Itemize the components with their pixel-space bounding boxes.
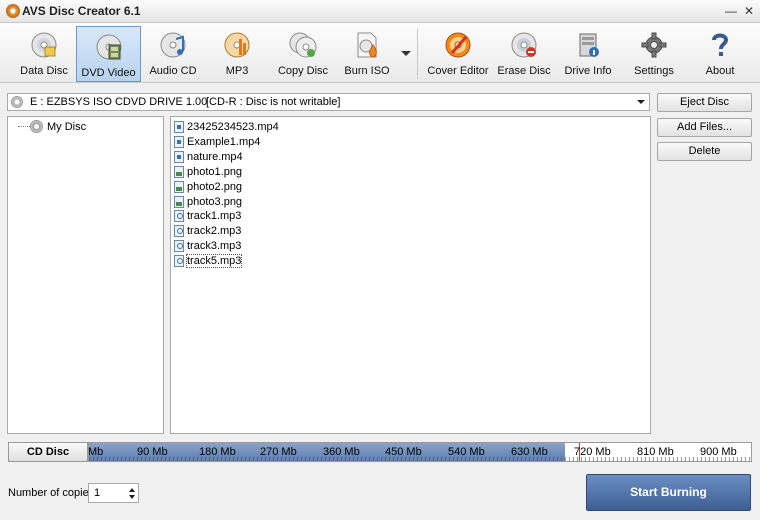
toolbar-dvd-video-button[interactable]: DVD Video bbox=[76, 26, 141, 82]
cd-drive-icon bbox=[11, 96, 23, 108]
copies-value: 1 bbox=[94, 487, 101, 499]
audio-cd-icon bbox=[160, 32, 186, 58]
burn-iso-dropdown-icon[interactable] bbox=[401, 51, 411, 56]
toolbar-mp3-button[interactable]: MP3 bbox=[205, 25, 269, 81]
toolbar-label: MP3 bbox=[225, 65, 249, 77]
tree-connector bbox=[18, 126, 30, 127]
main-toolbar: Data Disc DVD Video Audio CD MP3 Copy Di… bbox=[0, 23, 760, 83]
file-name: track5.mp3 bbox=[185, 254, 243, 268]
toolbar-label: Copy Disc bbox=[277, 65, 329, 77]
toolbar-label: Audio CD bbox=[149, 65, 197, 77]
disc-icon bbox=[30, 120, 43, 133]
start-burning-button[interactable]: Start Burning bbox=[586, 474, 751, 511]
delete-button[interactable]: Delete bbox=[657, 142, 752, 161]
capacity-tick-label: 270 Mb bbox=[260, 446, 297, 458]
toolbar-burn-iso-button[interactable]: Burn ISO bbox=[335, 25, 399, 81]
burn-iso-icon bbox=[357, 32, 377, 58]
cover-editor-icon bbox=[445, 32, 471, 58]
tree-item-my-disc[interactable]: My Disc bbox=[47, 121, 86, 133]
toolbar-label: Cover Editor bbox=[427, 65, 489, 77]
mp3-disc-icon bbox=[224, 32, 250, 58]
audio-file-icon bbox=[174, 240, 184, 252]
spin-up-icon[interactable] bbox=[129, 488, 135, 492]
disc-type-button[interactable]: CD Disc bbox=[8, 442, 88, 462]
file-name: photo3.png bbox=[187, 196, 243, 208]
toolbar-copy-disc-button[interactable]: Copy Disc bbox=[271, 25, 335, 81]
file-name: photo1.png bbox=[187, 166, 243, 178]
capacity-bar: Mb 90 Mb 180 Mb 270 Mb 360 Mb 450 Mb 540… bbox=[88, 442, 752, 462]
toolbar-drive-info-button[interactable]: Drive Info bbox=[556, 25, 620, 81]
drive-name: E : EZBSYS ISO CDVD DRIVE 1.00 bbox=[30, 96, 208, 108]
capacity-tick-label: 360 Mb bbox=[323, 446, 360, 458]
dvd-video-icon bbox=[96, 34, 121, 60]
capacity-tick-label: 180 Mb bbox=[199, 446, 236, 458]
drive-select[interactable]: E : EZBSYS ISO CDVD DRIVE 1.00 [CD-R : D… bbox=[7, 93, 650, 111]
image-file-icon bbox=[174, 196, 184, 208]
toolbar-about-button[interactable]: About bbox=[688, 25, 752, 81]
image-file-icon bbox=[174, 181, 184, 193]
image-file-icon bbox=[174, 166, 184, 178]
file-list[interactable]: 23425234523.mp4 Example1.mp4 nature.mp4 … bbox=[170, 116, 651, 434]
spin-down-icon[interactable] bbox=[129, 495, 135, 499]
drive-info-icon bbox=[579, 33, 599, 57]
capacity-tick-label: Mb bbox=[88, 446, 104, 458]
capacity-tick-label: 810 Mb bbox=[637, 446, 674, 458]
file-name: 23425234523.mp4 bbox=[187, 121, 279, 133]
file-name: Example1.mp4 bbox=[187, 136, 261, 148]
question-icon bbox=[712, 33, 729, 56]
erase-disc-icon bbox=[511, 32, 537, 58]
video-file-icon bbox=[174, 136, 184, 148]
capacity-tick-label: 720 Mb bbox=[574, 446, 611, 458]
toolbar-label: DVD Video bbox=[81, 67, 136, 79]
toolbar-label: Burn ISO bbox=[344, 65, 390, 77]
copies-stepper[interactable]: 1 bbox=[88, 483, 139, 503]
drive-status: [CD-R : Disc is not writable] bbox=[206, 96, 341, 108]
copy-disc-icon bbox=[289, 32, 317, 58]
file-name: track3.mp3 bbox=[187, 240, 242, 252]
toolbar-data-disc-button[interactable]: Data Disc bbox=[12, 25, 76, 81]
eject-disc-button[interactable]: Eject Disc bbox=[657, 93, 752, 112]
toolbar-label: Settings bbox=[634, 65, 674, 77]
video-file-icon bbox=[174, 121, 184, 133]
file-name: track2.mp3 bbox=[187, 225, 242, 237]
toolbar-cover-editor-button[interactable]: Cover Editor bbox=[424, 25, 492, 81]
audio-file-icon bbox=[174, 255, 184, 267]
capacity-tick-label: 90 Mb bbox=[137, 446, 168, 458]
toolbar-label: Data Disc bbox=[20, 65, 68, 77]
capacity-tick-label: 630 Mb bbox=[511, 446, 548, 458]
toolbar-label: Erase Disc bbox=[497, 65, 551, 77]
toolbar-erase-disc-button[interactable]: Erase Disc bbox=[492, 25, 556, 81]
disc-tree[interactable]: My Disc bbox=[7, 116, 164, 434]
capacity-tick-label: 900 Mb bbox=[700, 446, 737, 458]
file-name: nature.mp4 bbox=[187, 151, 243, 163]
copies-label: Number of copies: bbox=[8, 487, 98, 499]
video-file-icon bbox=[174, 151, 184, 163]
data-disc-icon bbox=[31, 32, 57, 58]
chevron-down-icon[interactable] bbox=[637, 100, 645, 104]
audio-file-icon bbox=[174, 225, 184, 237]
toolbar-separator bbox=[417, 29, 418, 79]
disc-flame-icon bbox=[6, 4, 20, 18]
toolbar-settings-button[interactable]: Settings bbox=[622, 25, 686, 81]
minimize-icon[interactable]: — bbox=[723, 3, 739, 19]
toolbar-audio-cd-button[interactable]: Audio CD bbox=[141, 25, 205, 81]
toolbar-label: Drive Info bbox=[564, 65, 612, 77]
window-title: AVS Disc Creator 6.1 bbox=[22, 4, 141, 18]
capacity-tick-label: 540 Mb bbox=[448, 446, 485, 458]
gear-icon bbox=[641, 32, 667, 58]
close-icon[interactable]: ✕ bbox=[741, 3, 757, 19]
title-bar: AVS Disc Creator 6.1 — ✕ bbox=[0, 0, 760, 23]
capacity-tick-label: 450 Mb bbox=[385, 446, 422, 458]
file-name: photo2.png bbox=[187, 181, 243, 193]
toolbar-label: About bbox=[705, 65, 735, 77]
file-name: track1.mp3 bbox=[187, 210, 242, 222]
audio-file-icon bbox=[174, 210, 184, 222]
add-files-button[interactable]: Add Files... bbox=[657, 118, 752, 137]
